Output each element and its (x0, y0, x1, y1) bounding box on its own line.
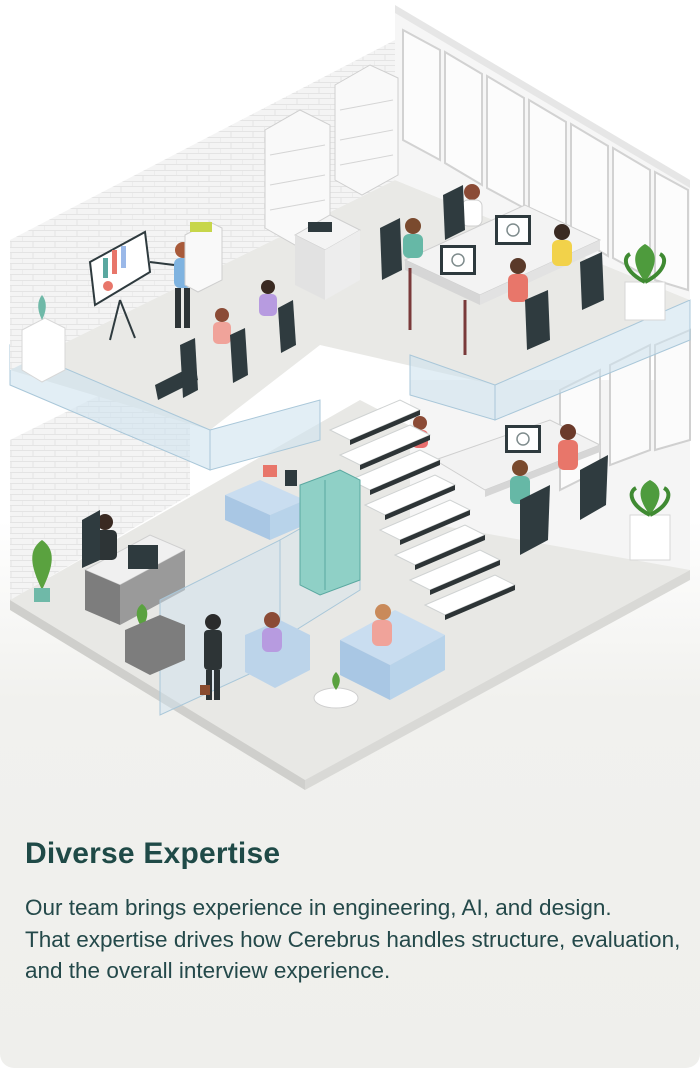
card-content: Diverse Expertise Our team brings experi… (25, 834, 685, 987)
card-description: Our team brings experience in engineerin… (25, 892, 685, 987)
description-paragraph: Our team brings experience in engineerin… (25, 895, 612, 920)
isometric-office-illustration (9, 5, 691, 790)
feature-card: Diverse Expertise Our team brings experi… (0, 0, 700, 1068)
description-paragraph: That expertise drives how Cerebrus handl… (25, 926, 681, 984)
card-heading: Diverse Expertise (25, 837, 281, 870)
